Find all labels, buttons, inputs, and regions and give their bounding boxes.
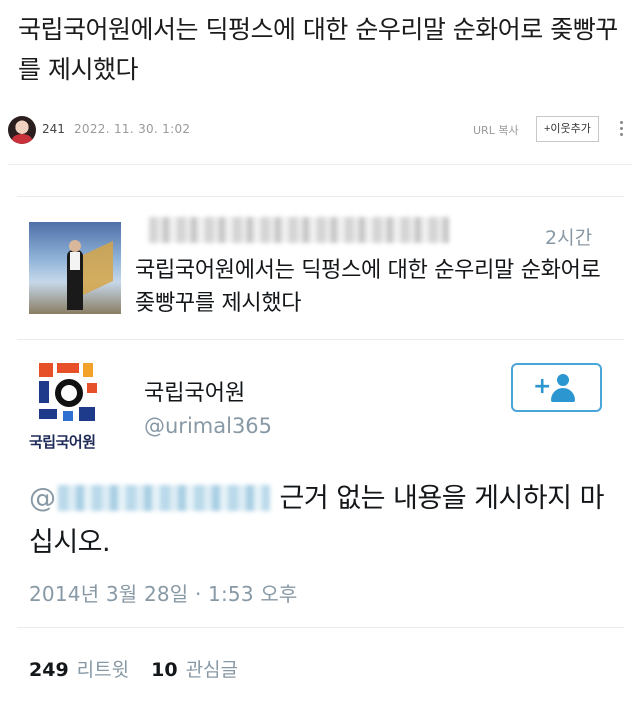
tweet-author-handle[interactable]: @urimal365 (144, 414, 272, 438)
follow-button[interactable]: + (511, 363, 602, 412)
more-options-icon[interactable] (614, 118, 628, 140)
mention-at-sign[interactable]: @ (29, 483, 56, 514)
retweet-label[interactable]: 리트윗 (77, 659, 129, 681)
quoted-user-photo (29, 222, 121, 314)
quoted-tweet-text: 국립국어원에서는 딕펑스에 대한 순우리말 순화어로 좆빵꾸를 제시했다 (135, 258, 601, 316)
retweet-count: 249 (29, 659, 69, 681)
post-title: 국립국어원에서는 딕펑스에 대한 순우리말 순화어로 좆빵꾸를 제시했다 (18, 15, 618, 84)
like-count: 10 (151, 659, 178, 681)
author-avatar[interactable] (8, 116, 36, 144)
post-date: 2022. 11. 30. 1:02 (74, 122, 191, 136)
quoted-tweet-time: 2시간 (545, 227, 593, 249)
plus-icon: + (533, 374, 552, 399)
blurred-mention (57, 485, 270, 511)
add-neighbor-button[interactable]: +이웃추가 (536, 116, 599, 142)
stats-divider (17, 627, 624, 628)
meta-divider (8, 164, 632, 165)
tweet-stats: 249 리트윗 10 관심글 (29, 655, 238, 682)
org-logo-icon (39, 363, 99, 423)
blurred-username (149, 217, 449, 243)
org-logo: 국립국어원 (29, 357, 129, 457)
person-icon (550, 374, 576, 402)
like-label[interactable]: 관심글 (186, 659, 238, 681)
tweet-text: @ 근거 없는 내용을 게시하지 마십시오. (29, 477, 609, 565)
url-copy-link[interactable]: URL 복사 (473, 122, 519, 138)
post-meta-row: 241 2022. 11. 30. 1:02 URL 복사 +이웃추가 (8, 116, 632, 146)
tweet-author-name[interactable]: 국립국어원 (144, 375, 245, 407)
org-logo-caption: 국립국어원 (29, 433, 96, 451)
tweet-date[interactable]: 2014년 3월 28일 · 1:53 오후 (29, 578, 298, 607)
quoted-tweet: 2시간 국립국어원에서는 딕펑스에 대한 순우리말 순화어로 좆빵꾸를 제시했다 (17, 197, 624, 340)
author-name[interactable]: 241 (42, 122, 65, 136)
tweet-screenshot: 2시간 국립국어원에서는 딕펑스에 대한 순우리말 순화어로 좆빵꾸를 제시했다… (17, 196, 624, 706)
